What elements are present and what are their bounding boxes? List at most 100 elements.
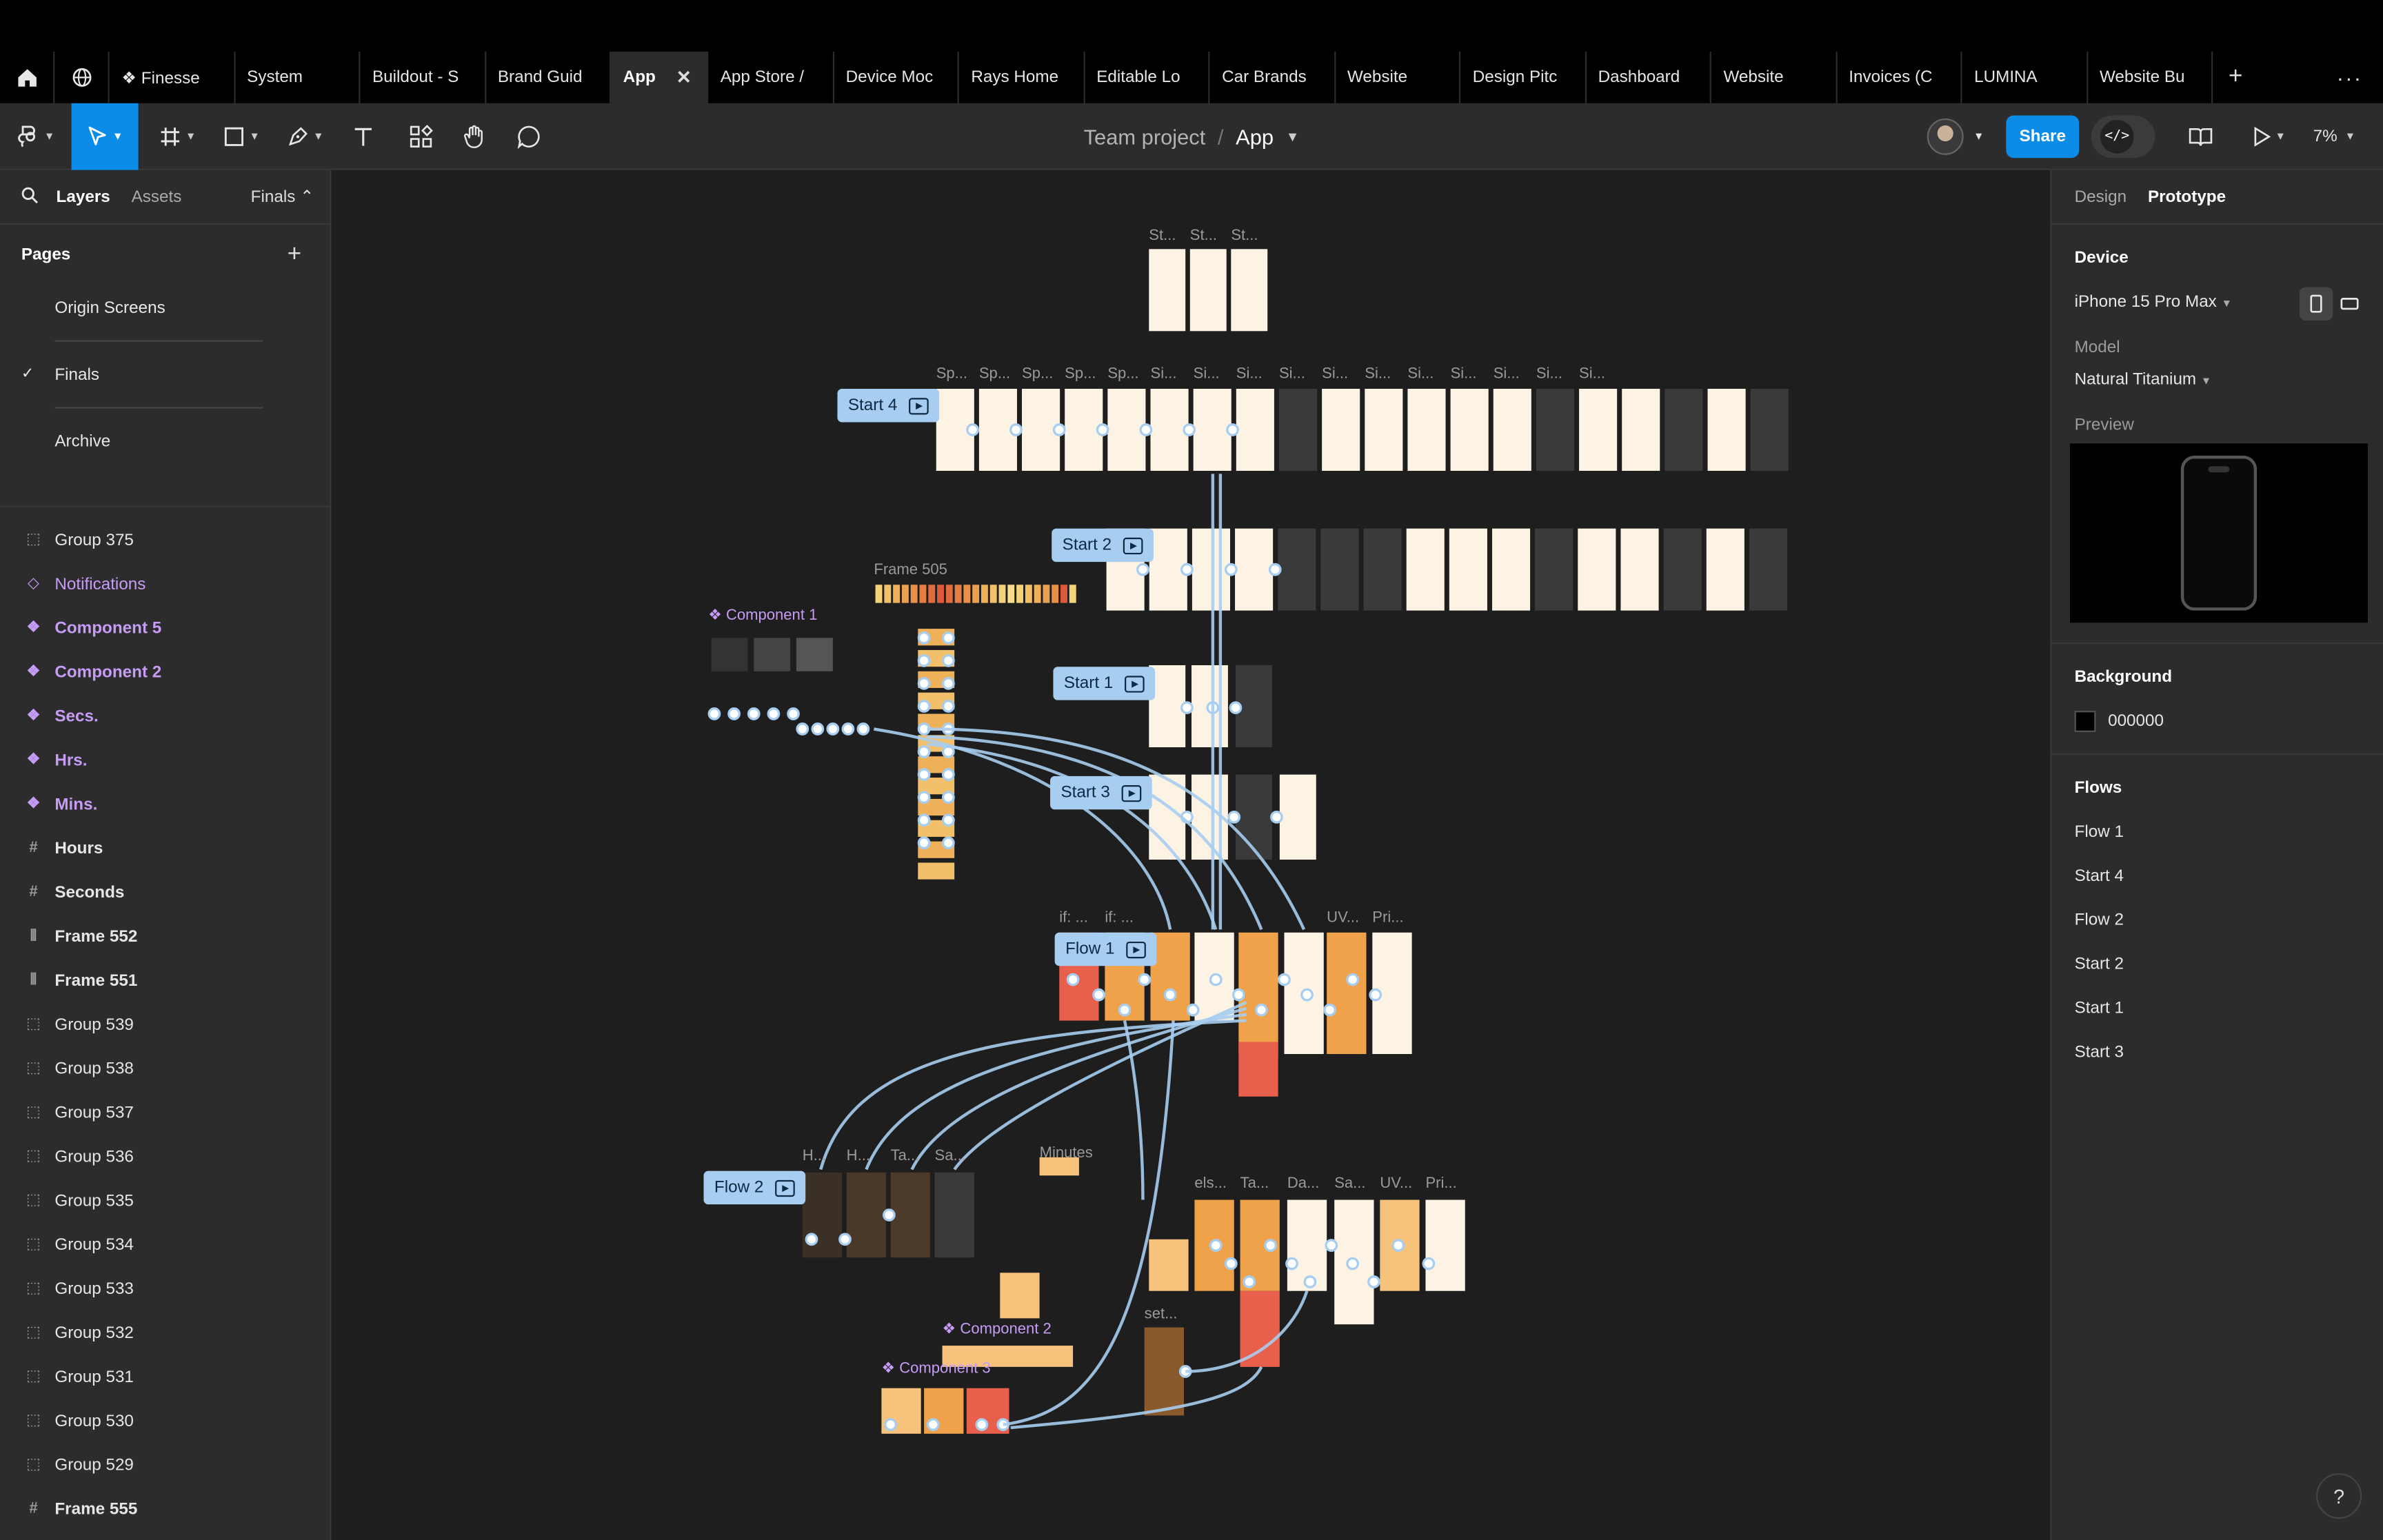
layer-row[interactable]: ⬚ Group 375 [0,518,331,562]
file-tab[interactable]: Car Brands [1209,51,1336,103]
flow-starting-point[interactable]: Flow 2 ▶ [703,1171,807,1205]
file-tab[interactable]: Website [1335,51,1461,103]
frame-label[interactable]: Si... [1579,366,1605,383]
device-select[interactable]: iPhone 15 Pro Max ▼ [2075,293,2232,311]
page-item[interactable]: Origin Screens [0,285,330,330]
file-tab[interactable]: System [235,51,361,103]
page-item[interactable]: Archive [0,419,330,463]
frame-label[interactable]: St... [1190,227,1217,244]
frame-label[interactable]: Ta... [1240,1175,1269,1192]
globe-icon[interactable] [54,51,110,103]
flow-starting-point[interactable]: Start 3 ▶ [1050,776,1153,810]
flow-starting-point[interactable]: Start 1 ▶ [1053,667,1156,700]
layer-row[interactable]: ⬚ Group 531 [0,1355,331,1399]
layer-row[interactable]: ⬚ Group 530 [0,1399,331,1443]
search-icon[interactable] [21,186,39,207]
component-label[interactable]: ❖ Component 2 [943,1321,1052,1338]
frame-label[interactable]: Si... [1194,366,1220,383]
file-tab[interactable]: Device Moc [834,51,959,103]
model-select[interactable]: Natural Titanium ▼ [2075,371,2212,389]
frame-label[interactable]: Si... [1536,366,1562,383]
file-tab[interactable]: LUMINA [1962,51,2088,103]
move-tool-button[interactable]: ▼ [71,103,139,170]
frame-label[interactable]: Si... [1151,366,1177,383]
file-tab[interactable]: ❖ Finesse [110,51,235,103]
frame-label[interactable]: H... [847,1148,870,1165]
frame-label[interactable]: Ta... [891,1148,920,1165]
flow-item[interactable]: Flow 1 [2075,823,2124,841]
frame-label[interactable]: St... [1149,227,1176,244]
frame-tool-button[interactable]: ▼ [152,103,203,170]
play-flow-icon[interactable]: ▶ [1122,784,1143,802]
frame-label[interactable]: H... [803,1148,826,1165]
play-flow-icon[interactable]: ▶ [909,397,929,414]
flow-item[interactable]: Start 2 [2075,955,2124,973]
frame-label[interactable]: Si... [1494,366,1520,383]
frame-label[interactable]: Sa... [935,1148,966,1165]
flow-item[interactable]: Start 4 [2075,867,2124,885]
dev-mode-toggle[interactable]: </> [2091,115,2155,159]
hand-tool-button[interactable] [457,103,490,170]
frame-label[interactable]: Si... [1407,366,1434,383]
layer-row[interactable]: ⦀ Frame 552 [0,914,331,958]
layer-row[interactable]: ❖ Secs. [0,694,331,738]
frame-label[interactable]: Frame 505 [874,562,947,578]
frame-label[interactable]: UV... [1380,1175,1412,1192]
layer-row[interactable]: ⬚ Group 534 [0,1223,331,1267]
file-tab[interactable]: Editable Lo [1085,51,1210,103]
play-flow-icon[interactable]: ▶ [1125,675,1145,692]
flow-item[interactable]: Flow 2 [2075,911,2124,929]
play-flow-icon[interactable]: ▶ [1123,536,1144,554]
close-tab-icon[interactable]: ✕ [676,67,692,88]
pen-tool-button[interactable]: ▼ [280,103,332,170]
present-button[interactable]: ▼ [2246,103,2292,170]
flow-starting-point[interactable]: Flow 1 ▶ [1054,932,1158,966]
file-tab[interactable]: Invoices (C [1837,51,1962,103]
more-tabs-icon[interactable]: ··· [2316,52,2383,103]
frame-label[interactable]: Sp... [1107,366,1138,383]
play-flow-icon[interactable]: ▶ [775,1179,796,1197]
layer-row[interactable]: ❖ Component 2 [0,650,331,694]
frame-label[interactable]: Sp... [979,366,1010,383]
frame-label[interactable]: St... [1231,227,1258,244]
landscape-orientation-button[interactable] [2333,287,2366,320]
file-tab[interactable]: Dashboard [1586,51,1711,103]
flow-starting-point[interactable]: Start 2 ▶ [1052,528,1154,563]
text-tool-button[interactable] [347,103,380,170]
frame-label[interactable]: Si... [1365,366,1391,383]
add-page-icon[interactable]: + [288,241,302,269]
frame-label[interactable]: els... [1194,1175,1227,1192]
frame-label[interactable]: Si... [1279,366,1305,383]
resources-tool-button[interactable] [404,103,437,170]
project-name[interactable]: Team project [1084,125,1206,149]
file-tab[interactable]: Website [1711,51,1837,103]
layer-row[interactable]: ❖ Component 5 [0,606,331,650]
layer-row[interactable]: ⦀ Frame 551 [0,958,331,1002]
frame-label[interactable]: Si... [1451,366,1477,383]
frame-label[interactable]: Sp... [1022,366,1053,383]
file-tab[interactable]: Website Bu [2087,51,2213,103]
layer-row[interactable]: ◇ Notifications [0,562,331,606]
chevron-down-icon[interactable]: ▼ [1286,129,1300,144]
layer-row[interactable]: ⬚ Group 539 [0,1002,331,1046]
page-item[interactable]: ✓ Finals [0,352,330,396]
component-label[interactable]: ❖ Component 3 [881,1361,990,1377]
help-button[interactable]: ? [2316,1473,2362,1519]
file-tab[interactable]: Design Pitc [1460,51,1586,103]
layer-row[interactable]: ⬚ Group 535 [0,1179,331,1223]
layer-row[interactable]: ❖ Hrs. [0,738,331,782]
layer-row[interactable]: # Seconds [0,870,331,914]
component-label[interactable]: ❖ Component 1 [708,607,817,624]
layer-row[interactable]: # Frame 555 [0,1487,331,1531]
home-icon[interactable] [0,51,55,103]
portrait-orientation-button[interactable] [2299,287,2333,321]
file-tab[interactable]: App Store / [708,51,834,103]
tab-layers[interactable]: Layers [57,188,110,205]
frame-label[interactable]: Pri... [1425,1175,1456,1192]
flow-starting-point[interactable]: Start 4 ▶ [837,389,941,423]
layer-row[interactable]: ⬚ Group 537 [0,1091,331,1135]
frame-label[interactable]: if: ... [1059,910,1088,926]
layer-row[interactable]: # Hours [0,827,331,871]
frame-label[interactable]: Si... [1322,366,1348,383]
play-flow-icon[interactable]: ▶ [1127,940,1147,958]
